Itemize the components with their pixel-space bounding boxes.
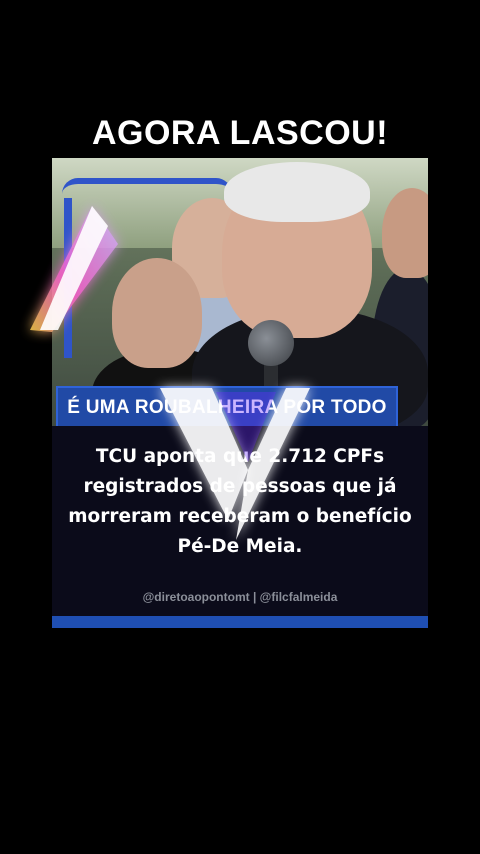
photo-rail — [62, 178, 232, 194]
post-card: É UMA ROUBALHEIRA POR TODO LADO TCU apon… — [52, 158, 428, 628]
headline-title: AGORA LASCOU! — [91, 114, 389, 152]
body-line: TCU aponta que 2.712 CPFs — [95, 446, 385, 467]
news-photo: É UMA ROUBALHEIRA POR TODO LADO — [52, 158, 428, 426]
photo-post — [64, 198, 72, 358]
body-line: registrados de pessoas que já — [83, 476, 397, 497]
body-line: Pé-De Meia. — [177, 536, 303, 557]
headline-banner: É UMA ROUBALHEIRA POR TODO LADO — [56, 386, 398, 426]
microphone-icon — [248, 320, 294, 366]
credits-handles: @diretoaopontomt | @filcfalmeida — [142, 590, 338, 604]
photo-person — [112, 258, 202, 368]
photo-speaker-hair — [224, 162, 370, 222]
bottom-accent-bar — [52, 616, 428, 628]
body-line: morreram receberam o benefício — [68, 506, 412, 527]
news-body: TCU aponta que 2.712 CPFs registrados de… — [62, 442, 418, 562]
